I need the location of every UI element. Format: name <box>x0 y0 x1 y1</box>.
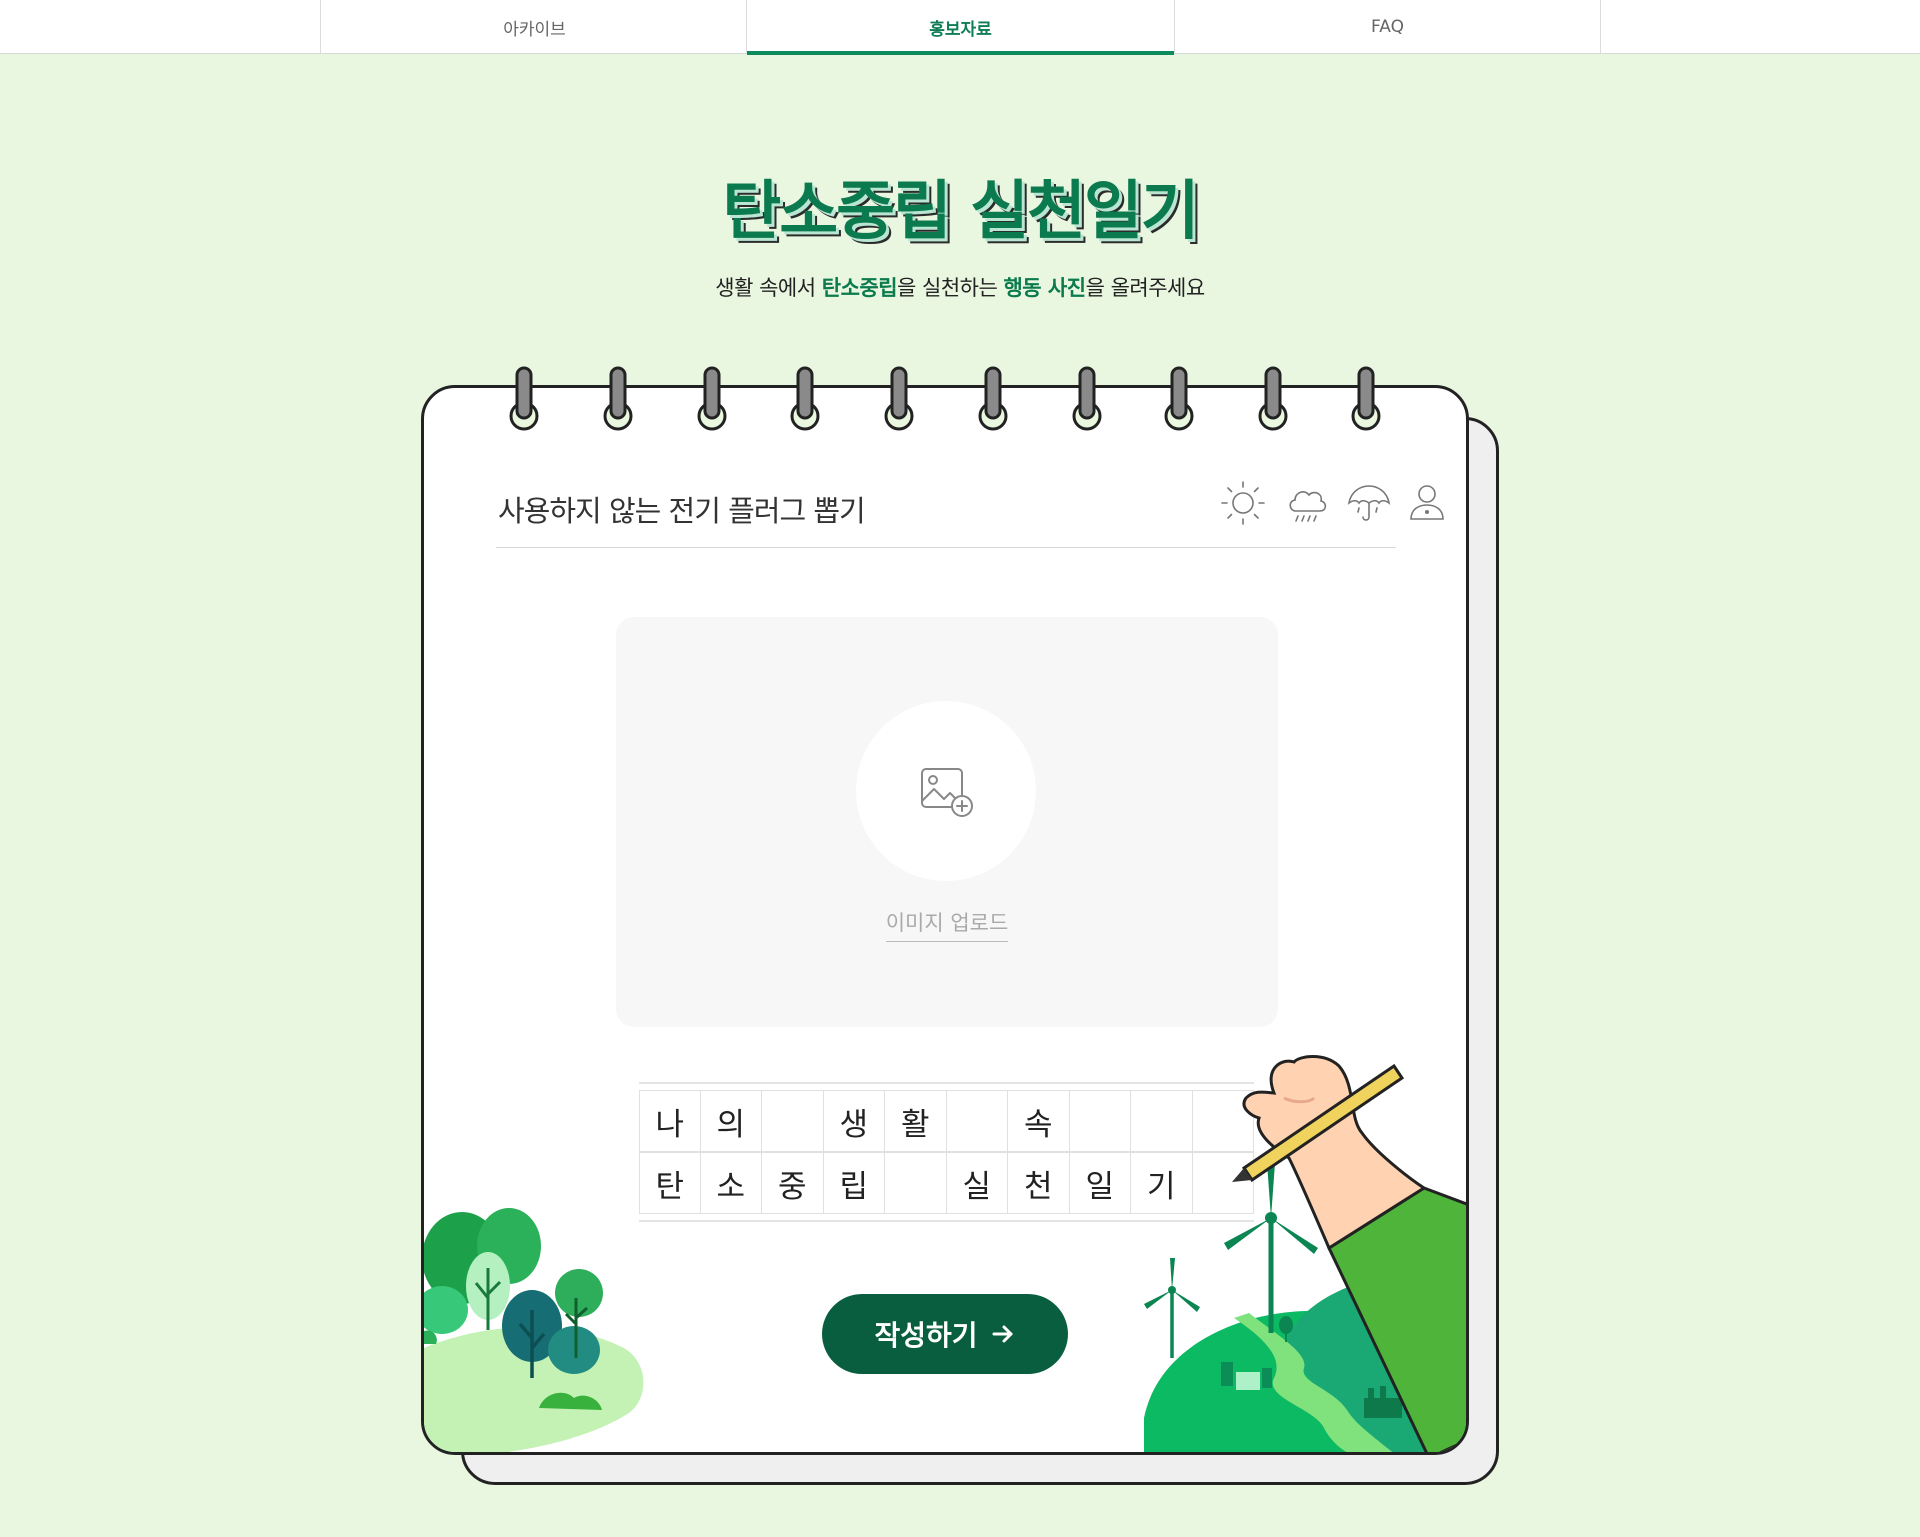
page-subtitle: 생활 속에서 탄소중립을 실천하는 행동 사진을 올려주세요 <box>0 272 1920 302</box>
grid-cell: 일 <box>1070 1153 1131 1213</box>
grid-cell <box>947 1091 1008 1151</box>
subtitle-text-2: 을 실천하는 <box>897 276 1004 300</box>
grid-cell: 생 <box>824 1091 885 1151</box>
diary-entry-title: 사용하지 않는 전기 플러그 뽑기 <box>498 494 866 528</box>
page-title: 탄소중립 실천일기 <box>722 175 1199 249</box>
grid-cell: 나 <box>639 1091 701 1151</box>
subtitle-text-3: 을 올려주세요 <box>1085 276 1206 300</box>
grid-cell <box>1070 1091 1131 1151</box>
rain-icon[interactable] <box>1282 478 1332 528</box>
grid-cell: 천 <box>1008 1153 1070 1213</box>
grid-cell: 활 <box>885 1091 947 1151</box>
subtitle-highlight-2: 행동 사진 <box>1003 276 1086 300</box>
umbrella-icon[interactable] <box>1344 478 1394 528</box>
write-button-label: 작성하기 <box>874 1319 978 1352</box>
sun-icon[interactable] <box>1218 478 1268 528</box>
hand-and-windmill-illustration <box>1144 1055 1466 1452</box>
diary-header: 사용하지 않는 전기 플러그 뽑기 <box>496 481 1444 548</box>
grid-cell <box>762 1091 824 1151</box>
arrow-right-icon <box>992 1325 1013 1343</box>
grid-cell: 실 <box>947 1153 1008 1213</box>
upload-image-button[interactable] <box>856 701 1036 881</box>
grid-cell: 소 <box>701 1153 762 1213</box>
grid-cell: 중 <box>762 1153 824 1213</box>
grid-cell: 립 <box>824 1153 885 1213</box>
grid-cell: 의 <box>701 1091 762 1151</box>
subtitle-text-1: 생활 속에서 <box>715 276 822 300</box>
tab-navigation: 아카이브 홍보자료 FAQ <box>0 0 1920 55</box>
diary-notebook: 사용하지 않는 전기 플러그 뽑기 이미지 업로드 나 의 생 활 속 탄 소 … <box>421 385 1469 1455</box>
upload-label[interactable]: 이미지 업로드 <box>616 907 1278 942</box>
write-button[interactable]: 작성하기 <box>822 1294 1068 1374</box>
grid-cell: 속 <box>1008 1091 1070 1151</box>
add-image-icon <box>921 768 973 817</box>
tab-promotion[interactable]: 홍보자료 <box>746 0 1174 55</box>
tab-faq[interactable]: FAQ <box>1174 0 1601 54</box>
subtitle-highlight-1: 탄소중립 <box>821 276 898 300</box>
forest-illustration <box>424 1208 644 1452</box>
grid-cell <box>885 1153 947 1213</box>
tab-archive[interactable]: 아카이브 <box>320 0 748 54</box>
person-icon[interactable] <box>1402 478 1452 528</box>
